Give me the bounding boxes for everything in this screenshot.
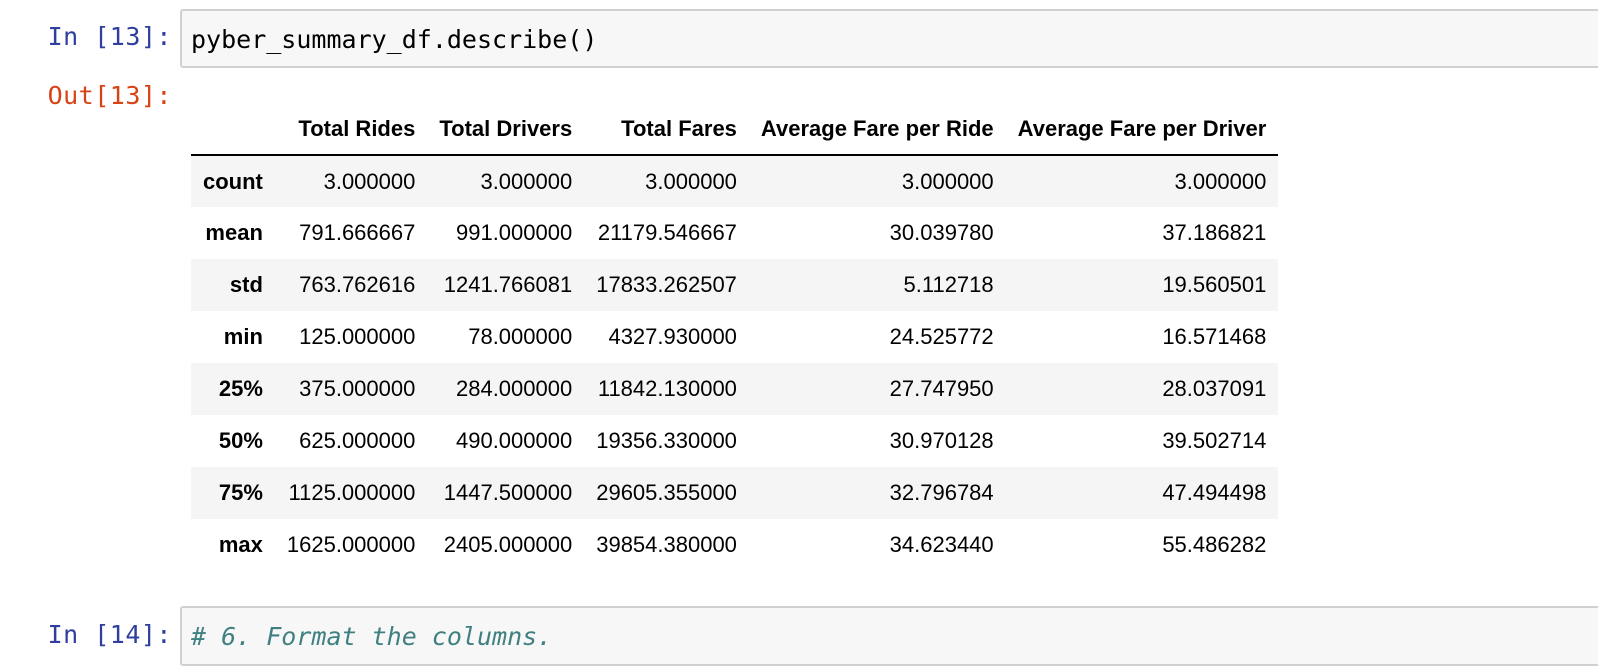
table-cell: 1625.000000 (286, 532, 416, 557)
table-cell: 3.000000 (480, 168, 573, 194)
table-row: min 125.000000 78.000000 4327.930000 24.5257… (191, 311, 1278, 363)
row-label: 75% (218, 480, 263, 505)
row-label: 50% (218, 428, 263, 453)
table-cell: 47.494498 (1162, 480, 1267, 505)
row-label: min (223, 324, 263, 349)
column-header: Total Fares (584, 103, 749, 156)
table-cell: 16.571468 (1162, 324, 1267, 349)
column-header: Total Rides (274, 103, 428, 156)
table-cell: 27.747950 (889, 376, 994, 401)
table-body: count 3.000000 3.000000 3.000000 3.000000 3.0… (191, 155, 1279, 571)
output-prompt-13: Out[13]: (47, 81, 172, 110)
table-cell: 30.039780 (889, 220, 994, 245)
row-label: 25% (218, 376, 263, 401)
table-cell: 55.486282 (1162, 532, 1267, 557)
table-cell: 34.623440 (889, 532, 994, 557)
row-label: count (203, 168, 263, 194)
table-cell: 19356.330000 (596, 428, 737, 453)
table-cell: 375.000000 (299, 376, 416, 401)
table-cell: 991.000000 (455, 220, 573, 245)
table-cell: 490.000000 (455, 428, 573, 453)
table-row: mean 791.666667 991.000000 21179.546667 30.0… (191, 207, 1278, 259)
table-cell: 19.560501 (1162, 272, 1267, 297)
table-cell: 39.502714 (1162, 428, 1267, 453)
table-row: 50% 625.000000 490.000000 19356.330000 30.97… (191, 415, 1278, 467)
table-cell: 30.970128 (889, 428, 994, 453)
table-cell: 763.762616 (299, 272, 416, 297)
table-header-row: Total Rides Total Drivers Total Fares Av… (191, 103, 1279, 156)
table-cell: 1125.000000 (288, 480, 416, 505)
table-cell: 5.112718 (903, 272, 994, 297)
table-row: max 1625.000000 2405.000000 39854.380000 34.… (191, 519, 1278, 571)
code-cell-14[interactable]: # 6. Format the columns. (180, 606, 1598, 666)
table-cell: 125.000000 (299, 324, 416, 349)
input-prompt-13: In [13]: (47, 22, 172, 51)
code-cell-13[interactable]: pyber_summary_df.describe() (180, 9, 1598, 68)
table-cell: 24.525772 (889, 324, 994, 349)
table-cell: 1241.766081 (443, 272, 573, 297)
table-cell: 4327.930000 (608, 324, 737, 349)
row-label: max (218, 532, 263, 557)
column-header: Average Fare per Ride (748, 103, 1006, 156)
table-cell: 39854.380000 (596, 532, 737, 557)
table-cell: 284.000000 (455, 376, 573, 401)
table-cell: 2405.000000 (443, 532, 573, 557)
table-cell: 17833.262507 (596, 272, 737, 297)
table-cell: 3.000000 (1174, 168, 1267, 194)
column-header: Average Fare per Driver (1005, 103, 1279, 156)
table-row: 75% 1125.000000 1447.500000 29605.355000 32.… (191, 467, 1279, 519)
table-cell: 3.000000 (645, 168, 737, 194)
input-prompt-14: In [14]: (47, 620, 172, 649)
code-line: pyber_summary_df.describe() (191, 25, 598, 54)
table-cell: 625.000000 (299, 428, 416, 453)
column-header: Total Drivers (427, 103, 585, 156)
table-cell: 37.186821 (1162, 220, 1267, 245)
table-cell: 3.000000 (901, 168, 994, 194)
column-header (191, 103, 275, 156)
table-cell: 11842.130000 (597, 376, 737, 401)
table-row: count 3.000000 3.000000 3.000000 3.000000 3.0… (191, 155, 1279, 207)
table-cell: 32.796784 (889, 480, 994, 505)
table-cell: 1447.500000 (443, 480, 573, 505)
table-row: std 763.762616 1241.766081 17833.262507 5.11… (191, 259, 1279, 311)
table-row: 25% 375.000000 284.000000 11842.130000 27.74… (191, 363, 1279, 415)
row-label: mean (205, 220, 263, 245)
table-cell: 28.037091 (1162, 376, 1267, 401)
table-cell: 78.000000 (468, 324, 573, 349)
describe-output-table: Total Rides Total Drivers Total Fares Av… (191, 103, 1279, 571)
table-cell: 29605.355000 (596, 480, 737, 505)
row-label: std (229, 272, 263, 297)
table-cell: 21179.546667 (597, 220, 737, 245)
table-cell: 3.000000 (323, 168, 416, 194)
table-cell: 791.666667 (299, 220, 416, 245)
code-comment-line: # 6. Format the columns. (191, 622, 553, 651)
